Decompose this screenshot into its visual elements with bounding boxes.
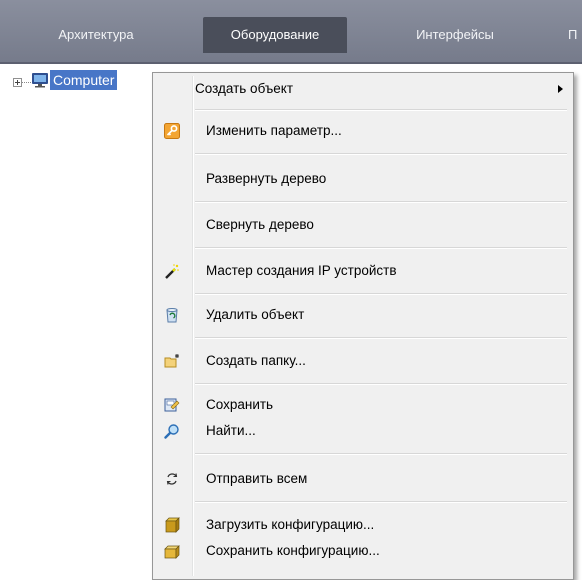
- tab-architecture[interactable]: Архитектура: [30, 17, 162, 53]
- menu-item-expand-tree[interactable]: Развернуть дерево: [153, 167, 573, 191]
- menu-separator: [195, 453, 567, 455]
- menu-item-label: Отправить всем: [206, 471, 308, 486]
- save-icon: [164, 398, 180, 412]
- menu-item-label: Найти...: [206, 423, 256, 438]
- tree-connector: [22, 82, 31, 83]
- menu-item-label: Свернуть дерево: [206, 217, 314, 232]
- wand-icon: [165, 264, 179, 279]
- menu-separator: [195, 383, 567, 385]
- recycle-bin-icon: [166, 308, 178, 323]
- menu-item-label: Мастер создания IP устройств: [206, 263, 397, 278]
- menu-item-create-object[interactable]: Создать объект: [153, 77, 573, 101]
- menu-item-save[interactable]: Сохранить: [153, 393, 573, 417]
- menu-separator: [195, 109, 567, 111]
- menu-item-label: Изменить параметр...: [206, 123, 342, 138]
- menu-separator: [195, 247, 567, 249]
- menu-item-save-config[interactable]: Сохранить конфигурацию...: [153, 539, 573, 563]
- plus-box-icon[interactable]: [13, 78, 22, 87]
- context-menu: Создать объект Изменить параметр... Разв…: [152, 72, 574, 580]
- menu-separator: [195, 337, 567, 339]
- menu-separator: [195, 201, 567, 203]
- tab-bar: Архитектура Оборудование Интерфейсы П: [0, 0, 582, 62]
- menu-separator: [195, 153, 567, 155]
- load-config-box-icon: [165, 517, 180, 533]
- menu-item-label: Сохранить конфигурацию...: [206, 543, 380, 558]
- submenu-arrow-icon: [558, 85, 563, 93]
- menu-item-label: Сохранить: [206, 397, 274, 412]
- tab-more[interactable]: П: [568, 17, 582, 53]
- menu-item-edit-parameter[interactable]: Изменить параметр...: [153, 119, 573, 143]
- tab-equipment[interactable]: Оборудование: [203, 17, 347, 53]
- save-config-box-icon: [164, 545, 180, 559]
- menu-item-label: Создать папку...: [206, 353, 306, 368]
- new-folder-icon: [164, 354, 179, 368]
- menu-item-label: Создать объект: [195, 81, 294, 96]
- menu-item-delete-object[interactable]: Удалить объект: [153, 303, 573, 327]
- menu-item-create-folder[interactable]: Создать папку...: [153, 349, 573, 373]
- menu-item-label: Удалить объект: [206, 307, 305, 322]
- tab-interfaces[interactable]: Интерфейсы: [390, 17, 520, 53]
- menu-item-collapse-tree[interactable]: Свернуть дерево: [153, 213, 573, 237]
- menu-separator: [195, 293, 567, 295]
- menu-separator: [195, 501, 567, 503]
- menu-item-load-config[interactable]: Загрузить конфигурацию...: [153, 513, 573, 537]
- menu-item-label: Развернуть дерево: [206, 171, 327, 186]
- computer-icon: [32, 73, 48, 88]
- menu-item-ip-device-wizard[interactable]: Мастер создания IP устройств: [153, 259, 573, 283]
- magnifier-icon: [164, 424, 179, 439]
- menu-item-find[interactable]: Найти...: [153, 419, 573, 443]
- menu-item-send-to-all[interactable]: Отправить всем: [153, 467, 573, 491]
- refresh-arrows-icon: [166, 473, 178, 485]
- menu-item-label: Загрузить конфигурацию...: [206, 517, 375, 532]
- key-icon: [164, 123, 180, 139]
- tree-node-computer[interactable]: Computer: [50, 70, 118, 90]
